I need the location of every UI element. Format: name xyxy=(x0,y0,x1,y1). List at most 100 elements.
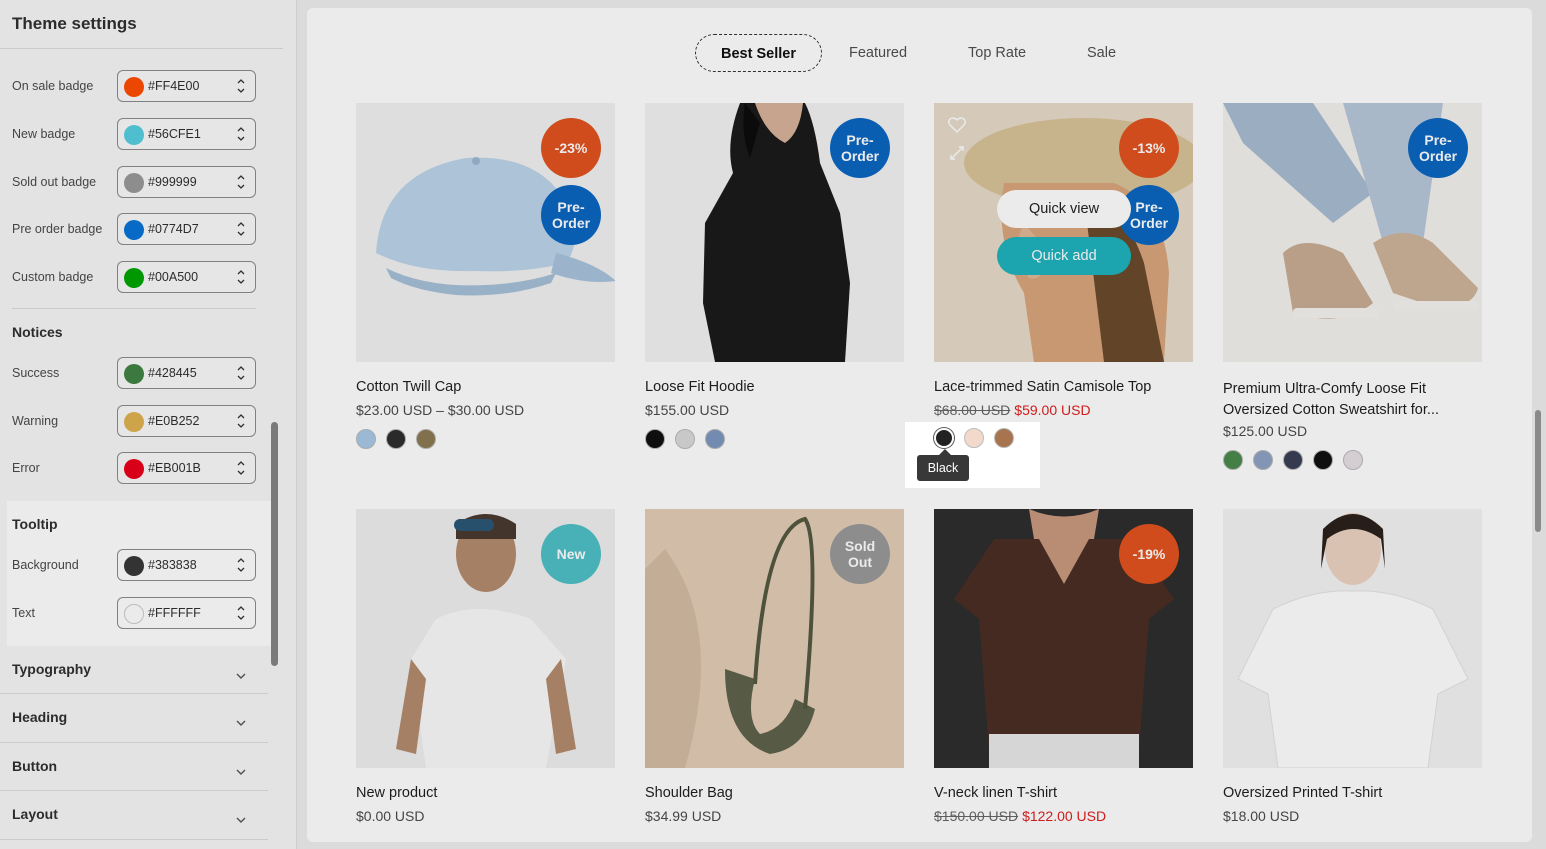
color-picker-field[interactable]: #FF4E00 xyxy=(117,70,256,102)
preview-scrollbar[interactable] xyxy=(1535,410,1541,532)
color-swatch[interactable] xyxy=(1223,450,1243,470)
divider xyxy=(0,48,283,49)
color-swatch[interactable] xyxy=(386,429,406,449)
stepper-icon[interactable] xyxy=(237,125,245,143)
color-swatch[interactable] xyxy=(705,429,725,449)
section-layout[interactable]: Layout xyxy=(0,790,268,838)
product-name[interactable]: Premium Ultra-Comfy Loose Fit Oversized … xyxy=(1223,379,1473,421)
product-card[interactable]: -19% V-neck linen T-shirt $150.00 USD $12… xyxy=(934,509,1193,842)
color-swatch[interactable] xyxy=(124,77,144,97)
notices-heading: Notices xyxy=(12,324,63,340)
setting-sold-out-badge: Sold out badge #999999 xyxy=(0,166,283,200)
theme-settings-sidebar: Theme settings On sale badge #FF4E00 New… xyxy=(0,0,297,849)
stepper-icon[interactable] xyxy=(237,220,245,238)
product-name[interactable]: Oversized Printed T-shirt xyxy=(1223,785,1382,801)
color-swatch[interactable] xyxy=(1343,450,1363,470)
hex-value: #E0B252 xyxy=(148,414,200,428)
color-swatch[interactable] xyxy=(416,429,436,449)
product-price: $155.00 USD xyxy=(645,402,730,418)
product-name[interactable]: Lace-trimmed Satin Camisole Top xyxy=(934,379,1151,395)
color-swatch[interactable] xyxy=(1313,450,1333,470)
color-picker-field[interactable]: #00A500 xyxy=(117,261,256,293)
tab-best-seller[interactable]: Best Seller xyxy=(695,34,822,72)
stepper-icon[interactable] xyxy=(237,77,245,95)
sale-price: $122.00 USD xyxy=(1022,808,1107,824)
sale-price: $59.00 USD xyxy=(1014,402,1091,418)
product-card[interactable]: Sold Out Shoulder Bag $34.99 USD xyxy=(645,509,904,842)
product-card[interactable]: -23% Pre- Order Cotton Twill Cap $23.00 … xyxy=(356,103,615,463)
sale-badge: -23% xyxy=(541,118,601,178)
product-card[interactable]: Oversized Printed T-shirt $18.00 USD xyxy=(1223,509,1482,842)
color-swatch[interactable] xyxy=(124,412,144,432)
color-picker-field[interactable]: #428445 xyxy=(117,357,256,389)
tab-top-rate[interactable]: Top Rate xyxy=(968,34,1026,72)
product-card[interactable]: New New product $0.00 USD xyxy=(356,509,615,842)
product-card[interactable]: -13% Pre- Order Quick view Quick add Lac… xyxy=(934,103,1193,463)
quick-add-button[interactable]: Quick add xyxy=(997,237,1131,275)
product-image[interactable] xyxy=(1223,509,1482,768)
color-swatch[interactable] xyxy=(124,125,144,145)
tab-sale[interactable]: Sale xyxy=(1087,34,1116,72)
color-picker-field[interactable]: #999999 xyxy=(117,166,256,198)
color-picker-field[interactable]: #E0B252 xyxy=(117,405,256,437)
product-name[interactable]: New product xyxy=(356,785,437,801)
divider xyxy=(12,308,256,309)
product-name[interactable]: V-neck linen T-shirt xyxy=(934,785,1057,801)
color-swatch[interactable] xyxy=(1283,450,1303,470)
color-swatch[interactable] xyxy=(124,364,144,384)
color-picker-field[interactable]: #56CFE1 xyxy=(117,118,256,150)
stepper-icon[interactable] xyxy=(237,556,245,574)
color-swatch-black[interactable] xyxy=(934,428,954,448)
color-swatch[interactable] xyxy=(994,428,1014,448)
color-picker-field[interactable]: #FFFFFF xyxy=(117,597,256,629)
setting-custom-badge: Custom badge #00A500 xyxy=(0,261,283,295)
color-swatch[interactable] xyxy=(964,428,984,448)
hex-value: #00A500 xyxy=(148,270,199,284)
old-price: $68.00 USD xyxy=(934,402,1011,418)
color-swatch[interactable] xyxy=(675,429,695,449)
color-swatch[interactable] xyxy=(124,556,144,576)
swatch-tooltip: Black xyxy=(917,455,969,481)
section-button[interactable]: Button xyxy=(0,742,268,790)
product-name[interactable]: Cotton Twill Cap xyxy=(356,379,461,395)
new-badge: New xyxy=(541,524,601,584)
color-swatch[interactable] xyxy=(124,459,144,479)
divider xyxy=(0,839,268,840)
color-swatch[interactable] xyxy=(124,220,144,240)
color-picker-field[interactable]: #EB001B xyxy=(117,452,256,484)
stepper-icon[interactable] xyxy=(237,268,245,286)
color-swatch[interactable] xyxy=(356,429,376,449)
section-heading[interactable]: Heading xyxy=(0,693,268,741)
color-swatch[interactable] xyxy=(124,268,144,288)
color-swatch[interactable] xyxy=(124,604,144,624)
product-name[interactable]: Shoulder Bag xyxy=(645,785,733,801)
color-picker-field[interactable]: #383838 xyxy=(117,549,256,581)
stepper-icon[interactable] xyxy=(237,412,245,430)
tab-featured[interactable]: Featured xyxy=(849,34,907,72)
hex-value: #FF4E00 xyxy=(148,79,200,93)
setting-label: Background xyxy=(12,558,79,572)
section-typography[interactable]: Typography xyxy=(0,646,268,694)
color-swatch[interactable] xyxy=(1253,450,1273,470)
color-swatch[interactable] xyxy=(645,429,665,449)
color-swatch[interactable] xyxy=(124,173,144,193)
setting-label: Text xyxy=(12,606,35,620)
setting-label: On sale badge xyxy=(12,79,94,93)
stepper-icon[interactable] xyxy=(237,173,245,191)
heart-icon[interactable] xyxy=(948,117,966,138)
product-card[interactable]: Pre- Order Premium Ultra-Comfy Loose Fit… xyxy=(1223,103,1482,483)
color-picker-field[interactable]: #0774D7 xyxy=(117,213,256,245)
sidebar-scrollbar[interactable] xyxy=(271,422,278,666)
stepper-icon[interactable] xyxy=(237,459,245,477)
setting-label: Warning xyxy=(12,414,59,428)
stepper-icon[interactable] xyxy=(237,364,245,382)
product-name[interactable]: Loose Fit Hoodie xyxy=(645,379,755,395)
sold-out-badge: Sold Out xyxy=(830,524,890,584)
setting-error: Error #EB001B xyxy=(0,452,283,486)
compare-icon[interactable] xyxy=(949,145,965,166)
quick-view-button[interactable]: Quick view xyxy=(997,190,1131,228)
product-price: $0.00 USD xyxy=(356,808,425,824)
product-card[interactable]: Pre- Order Loose Fit Hoodie $155.00 USD xyxy=(645,103,904,463)
stepper-icon[interactable] xyxy=(237,604,245,622)
product-price: $125.00 USD xyxy=(1223,423,1308,439)
